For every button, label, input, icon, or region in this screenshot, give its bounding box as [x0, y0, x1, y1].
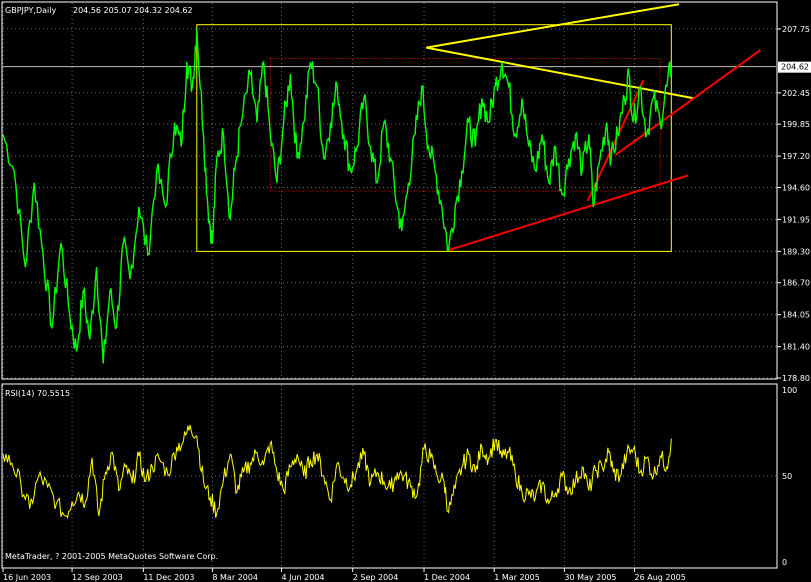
x-tick-label: 11 Dec 2003: [143, 573, 194, 582]
x-tick-label: 8 Mar 2004: [212, 573, 258, 582]
copyright-text: MetaTrader, ? 2001-2005 MetaQuotes Softw…: [5, 552, 218, 561]
y-tick-label: 186.70: [782, 279, 810, 288]
current-price-label: 204.62: [781, 63, 809, 72]
y-tick-label: 207.75: [782, 25, 810, 34]
y-tick-label: 184.05: [782, 311, 810, 320]
x-tick-label: 26 Aug 2005: [635, 573, 686, 582]
x-tick-label: 1 Mar 2005: [494, 573, 540, 582]
y-tick-label: 194.60: [782, 183, 810, 192]
y-tick-label: 191.95: [782, 215, 810, 224]
x-tick-label: 16 Jun 2003: [3, 573, 51, 582]
x-tick-label: 2 Sep 2004: [353, 573, 399, 582]
trading-chart: 207.75 204.62 202.45 199.85 197.20 194.60 191.…: [0, 0, 811, 582]
rsi-tick-label: 100: [782, 386, 797, 395]
y-tick-label: 189.30: [782, 247, 810, 256]
symbol-title: GBPJPY,Daily: [5, 6, 56, 15]
rsi-tick-label: 0: [782, 558, 787, 567]
ohlc-values: 204.56 205.07 204.32 204.62: [73, 6, 193, 15]
y-tick-label: 197.20: [782, 152, 810, 161]
y-tick-label: 199.85: [782, 120, 810, 129]
x-tick-label: 1 Dec 2004: [424, 573, 470, 582]
rsi-title: RSI(14) 70.5515: [5, 389, 70, 398]
y-tick-label: 202.45: [782, 89, 810, 98]
x-tick-label: 12 Sep 2003: [72, 573, 123, 582]
x-tick-label: 30 May 2005: [564, 573, 616, 582]
rsi-tick-label: 50: [782, 472, 792, 481]
x-tick-label: 4 Jun 2004: [281, 573, 324, 582]
y-tick-label: 178.80: [782, 374, 810, 383]
y-tick-label: 181.40: [782, 343, 810, 352]
